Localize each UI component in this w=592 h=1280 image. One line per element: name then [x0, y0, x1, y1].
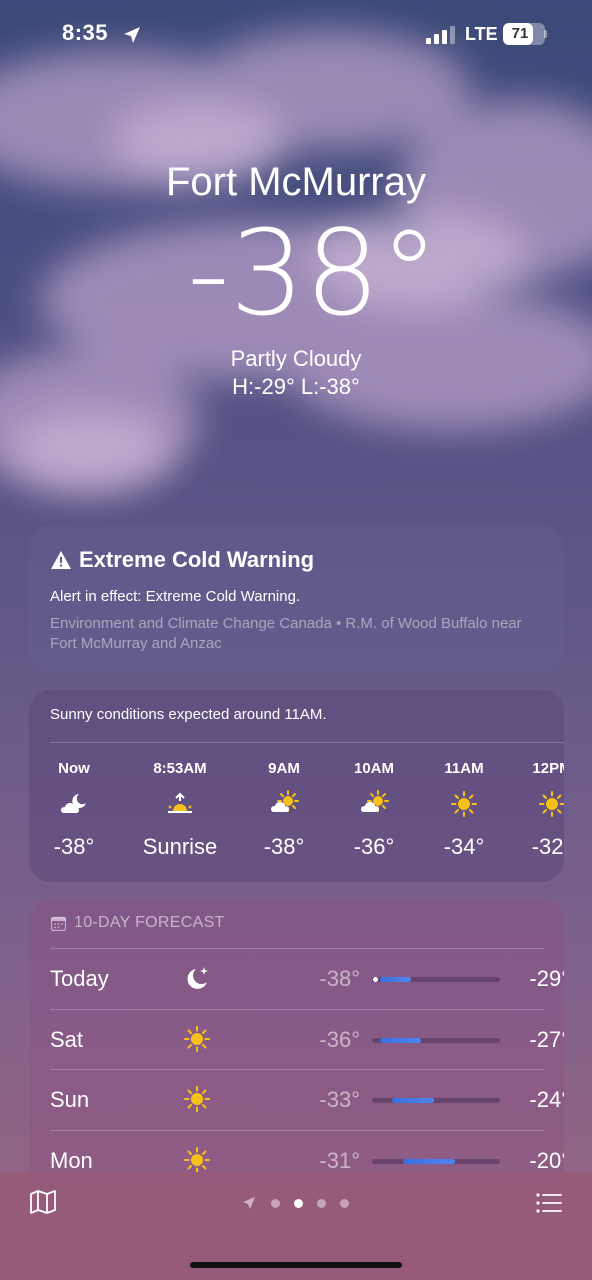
location-arrow-icon — [124, 27, 140, 43]
sun-icon — [182, 1025, 212, 1053]
cellular-signal-icon — [426, 26, 455, 44]
weather-alert-card[interactable]: Extreme Cold Warning Alert in effect: Ex… — [29, 525, 564, 673]
current-temperature: -38° — [187, 204, 439, 342]
temperature-range-fill — [392, 1098, 434, 1103]
sun-cloud-icon — [269, 790, 299, 818]
page-dot-active[interactable] — [294, 1199, 303, 1208]
battery-tip — [544, 30, 547, 38]
alert-source: Environment and Climate Change Canada • … — [50, 615, 522, 652]
divider — [50, 1008, 544, 1010]
page-indicator[interactable] — [242, 1196, 352, 1210]
forecast-row[interactable]: Sat -36° -27° — [50, 1008, 564, 1069]
list-icon[interactable] — [536, 1192, 562, 1214]
sun-cloud-icon — [359, 790, 389, 818]
warning-icon — [51, 551, 71, 569]
forecast-high: -29° — [529, 966, 564, 991]
page-dot[interactable] — [271, 1199, 280, 1208]
alert-title: Extreme Cold Warning — [79, 547, 315, 572]
forecast-day: Mon — [50, 1147, 93, 1173]
hour-label: 10AM — [353, 760, 394, 777]
temperature-range-bar — [372, 1098, 500, 1103]
hour-temperature: -38° — [53, 834, 95, 859]
forecast-day: Sat — [50, 1026, 84, 1052]
temperature-range-fill — [380, 1037, 421, 1043]
sun-icon — [182, 1085, 212, 1113]
ten-day-forecast-card[interactable]: 10-DAY FORECAST Today -38° -29° Sat -36°… — [29, 900, 564, 1190]
battery-icon: 71 — [503, 23, 545, 45]
forecast-high: -20° — [529, 1147, 564, 1173]
sunrise-icon — [165, 790, 195, 818]
network-type: LTE — [465, 24, 498, 44]
forecast-row[interactable]: Today -38° -29° — [50, 948, 564, 1008]
temperature-range-bar — [372, 1037, 500, 1043]
page-dot[interactable] — [317, 1199, 326, 1208]
forecast-low: -38° — [319, 966, 360, 991]
page-dot[interactable] — [340, 1199, 349, 1208]
home-indicator[interactable] — [190, 1262, 402, 1268]
sun-icon — [449, 790, 479, 818]
calendar-icon — [51, 916, 66, 931]
temperature-range-bar — [372, 977, 500, 982]
forecast-high: -24° — [529, 1087, 564, 1112]
hour-label: 8:53AM — [153, 760, 207, 777]
bottom-toolbar — [0, 1172, 592, 1280]
hour-label: Now — [58, 760, 90, 777]
hour-label: 9AM — [268, 760, 300, 777]
hourly-summary: Sunny conditions expected around 11AM. — [50, 706, 327, 723]
forecast-low: -31° — [319, 1147, 360, 1173]
hourly-forecast-card[interactable]: Sunny conditions expected around 11AM. N… — [29, 690, 564, 882]
current-temperature-dot — [373, 977, 378, 982]
status-bar: 8:35 LTE 71 — [0, 0, 592, 70]
hour-label: 11AM — [444, 760, 484, 777]
forecast-low: -36° — [319, 1026, 360, 1052]
sun-icon — [537, 790, 564, 818]
temperature-range-fill — [380, 977, 411, 982]
hour-label: 12PM — [532, 760, 564, 777]
divider — [50, 742, 564, 743]
moon-cloud-icon — [59, 790, 89, 818]
forecast-high: -27° — [529, 1026, 564, 1052]
sun-icon — [182, 1146, 212, 1174]
divider — [50, 1069, 544, 1070]
divider — [50, 948, 544, 949]
map-icon[interactable] — [30, 1190, 56, 1214]
temperature-range-bar — [372, 1158, 500, 1164]
forecast-day: Sun — [50, 1087, 90, 1112]
current-location-icon — [243, 1197, 255, 1209]
city-name: Fort McMurray — [166, 160, 426, 204]
divider — [50, 1129, 544, 1131]
status-time: 8:35 — [62, 20, 109, 45]
high-low: H:-29° L:-38° — [232, 374, 360, 399]
battery-percent: 71 — [511, 25, 529, 42]
temperature-range-fill — [403, 1158, 455, 1164]
forecast-day: Today — [50, 966, 109, 991]
moon-stars-icon — [182, 964, 212, 992]
forecast-header: 10-DAY FORECAST — [74, 914, 225, 931]
hour-temperature: -32° — [531, 834, 564, 859]
hour-temperature: Sunrise — [142, 834, 218, 859]
forecast-low: -33° — [319, 1087, 360, 1112]
current-condition: Partly Cloudy — [230, 346, 362, 371]
forecast-row[interactable]: Sun -33° -24° — [50, 1069, 564, 1129]
alert-body: Alert in effect: Extreme Cold Warning. — [50, 588, 301, 605]
